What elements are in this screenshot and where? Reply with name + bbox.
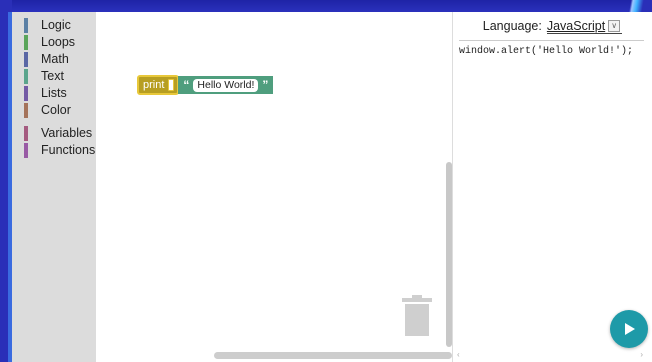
language-label: Language: <box>482 19 542 33</box>
trash-icon[interactable] <box>402 295 432 336</box>
window-frame-top <box>0 0 652 12</box>
code-horizontal-scrollbar[interactable]: ‹ › <box>455 350 645 360</box>
blockly-app: Logic Loops Math Text Lists Color Variab… <box>12 12 652 362</box>
trash-can <box>405 304 429 336</box>
category-swatch <box>24 18 28 33</box>
workspace-horizontal-scrollbar[interactable] <box>214 352 452 359</box>
generated-code: window.alert('Hello World!'); <box>459 46 634 57</box>
text-block[interactable]: “ Hello World! ” <box>178 76 274 94</box>
category-swatch <box>24 86 28 101</box>
trash-lid <box>402 298 432 302</box>
scroll-right-icon[interactable]: › <box>640 350 643 359</box>
language-value: JavaScript <box>546 18 606 33</box>
toolbox-category-text[interactable]: Text <box>12 68 96 85</box>
category-label: Variables <box>41 126 93 140</box>
category-label: Color <box>41 103 71 117</box>
category-label: Functions <box>41 143 96 157</box>
language-select[interactable]: JavaScript ∨ <box>546 18 623 34</box>
print-block-label: print <box>143 79 165 91</box>
play-icon <box>625 323 635 335</box>
workspace[interactable]: print “ Hello World! ” <box>96 12 452 362</box>
scroll-left-icon[interactable]: ‹ <box>457 350 460 359</box>
category-swatch <box>24 126 28 141</box>
print-statement[interactable]: print “ Hello World! ” <box>137 75 274 95</box>
language-row: Language: JavaScript ∨ <box>453 12 652 40</box>
category-swatch <box>24 35 28 50</box>
toolbox-category-variables[interactable]: Variables <box>12 125 96 142</box>
toolbox-category-logic[interactable]: Logic <box>12 17 96 34</box>
category-swatch <box>24 69 28 84</box>
toolbox-category-functions[interactable]: Functions <box>12 142 96 159</box>
category-label: Loops <box>41 35 76 49</box>
print-block[interactable]: print <box>137 75 180 95</box>
close-quote: ” <box>262 78 269 92</box>
category-swatch <box>24 103 28 118</box>
category-label: Text <box>41 69 64 83</box>
category-swatch <box>24 143 28 158</box>
code-pane: Language: JavaScript ∨ window.alert('Hel… <box>452 12 652 362</box>
category-swatch <box>24 52 28 67</box>
open-quote: “ <box>183 78 190 92</box>
category-label: Logic <box>41 18 71 32</box>
category-label: Lists <box>41 86 67 100</box>
toolbox-category-loops[interactable]: Loops <box>12 34 96 51</box>
toolbox-category-math[interactable]: Math <box>12 51 96 68</box>
toolbox-category-lists[interactable]: Lists <box>12 85 96 102</box>
toolbox: Logic Loops Math Text Lists Color Variab… <box>12 12 96 362</box>
category-label: Math <box>41 52 69 66</box>
text-field[interactable]: Hello World! <box>193 78 259 92</box>
toolbox-category-color[interactable]: Color <box>12 102 96 119</box>
chevron-down-icon[interactable]: ∨ <box>608 19 621 32</box>
input-notch <box>168 79 175 91</box>
run-button[interactable] <box>610 310 648 348</box>
